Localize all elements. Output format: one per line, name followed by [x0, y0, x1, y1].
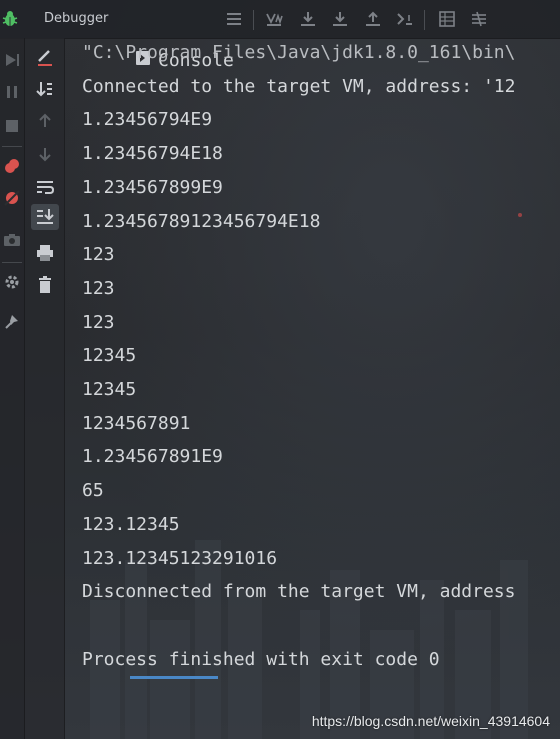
step-out-icon[interactable]: [363, 9, 383, 29]
toolbar-separator: [2, 262, 22, 263]
run-to-cursor-icon[interactable]: [395, 9, 415, 29]
toolbar-separator: [424, 10, 425, 30]
step-over-icon[interactable]: [298, 9, 318, 29]
console-line: 123.12345123291016: [82, 547, 278, 569]
console-line: 65: [82, 480, 104, 502]
console-line: 123: [82, 244, 115, 266]
bug-icon: [2, 11, 18, 26]
watermark-text: https://blog.csdn.net/weixin_43914604: [311, 713, 550, 729]
resume-icon[interactable]: [2, 82, 22, 102]
menu-icon[interactable]: [224, 9, 244, 29]
console-line: 1.234567899E9: [82, 176, 223, 198]
scroll-to-end-icon[interactable]: [31, 204, 59, 230]
camera-icon[interactable]: [2, 230, 22, 250]
console-line: 1.23456794E9: [82, 109, 213, 131]
console-line: "C:\Program Files\Java\jdk1.8.0_161\bin\: [82, 42, 516, 63]
trash-icon[interactable]: [34, 274, 56, 296]
mute-breakpoints-icon[interactable]: [2, 188, 22, 208]
sort-icon[interactable]: [34, 78, 56, 100]
console-line: Process finished with exit code 0: [82, 648, 440, 670]
print-icon[interactable]: [34, 242, 56, 264]
down-icon[interactable]: [34, 143, 56, 165]
settings-icon[interactable]: [2, 272, 22, 292]
soft-wrap-icon[interactable]: [34, 176, 56, 198]
stop-icon[interactable]: [2, 116, 22, 136]
toolbar-separator: [253, 10, 254, 30]
view-breakpoints-icon[interactable]: [2, 156, 22, 176]
clear-edit-icon[interactable]: [34, 46, 56, 68]
debug-tab-bar: Debugger Console: [0, 0, 560, 679]
evaluate-icon[interactable]: [437, 9, 457, 29]
console-line: 123: [82, 311, 115, 333]
console-line: 1.23456794E18: [82, 143, 223, 165]
tab-debugger-label: Debugger: [44, 11, 109, 26]
toolbar-separator: [2, 146, 22, 147]
trace-icon[interactable]: [469, 9, 489, 29]
step-into-icon[interactable]: [330, 9, 350, 29]
console-line: Disconnected from the target VM, address: [82, 581, 516, 603]
console-line: 1.23456789123456794E18: [82, 210, 321, 232]
console-side-toolbar: [25, 38, 65, 739]
show-execution-point-icon[interactable]: [264, 9, 284, 29]
console-line: 12345: [82, 379, 137, 400]
console-output[interactable]: "C:\Program Files\Java\jdk1.8.0_161\bin\…: [82, 39, 560, 679]
console-line: 123: [82, 277, 115, 299]
console-line: 1234567891: [82, 412, 191, 434]
rerun-icon[interactable]: [2, 50, 22, 70]
console-line: 123.12345: [82, 513, 180, 535]
debug-actions-toolbar: [0, 38, 25, 739]
up-icon[interactable]: [34, 110, 56, 132]
console-line: Connected to the target VM, address: '12: [82, 75, 516, 97]
console-line: 12345: [82, 345, 137, 367]
console-line: 1.234567891E9: [82, 446, 223, 468]
pin-icon[interactable]: [2, 312, 22, 332]
